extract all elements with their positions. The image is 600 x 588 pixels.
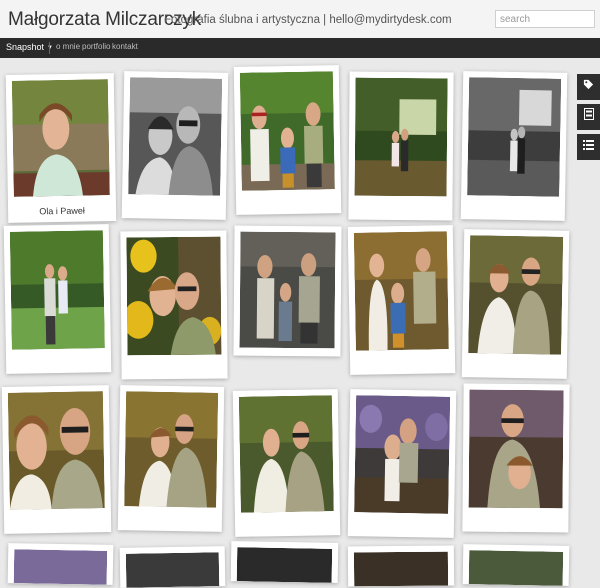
view-selector-label: Snapshot [6,42,45,52]
post-card[interactable] [348,71,454,221]
post-photo[interactable] [13,549,108,585]
post-photo[interactable] [9,230,105,350]
post-card[interactable] [230,541,339,583]
post-photo[interactable] [236,547,333,583]
post-card[interactable] [462,383,570,533]
archive-icon [583,108,594,120]
post-photo[interactable] [354,395,451,514]
post-photo[interactable] [468,389,564,509]
post-photo[interactable] [238,395,334,513]
post-photo[interactable] [468,235,564,355]
post-card[interactable] [347,389,457,538]
post-card[interactable] [347,545,455,587]
post-photo[interactable] [353,551,449,587]
post-photo[interactable] [125,552,220,588]
caret-down-icon: ▼ [47,45,53,51]
post-card[interactable] [232,389,341,537]
post-caption: Ola i Paweł [39,205,85,217]
list-button[interactable] [577,134,600,160]
post-card[interactable] [1,385,112,534]
post-card[interactable] [347,225,456,375]
post-photo[interactable] [126,236,222,356]
post-card[interactable] [460,71,568,221]
post-photo[interactable] [354,77,448,197]
post-card[interactable] [233,65,342,215]
archive-button[interactable] [577,104,600,130]
post-card[interactable] [121,71,229,220]
post-card[interactable] [7,543,114,585]
post-card[interactable] [233,225,342,357]
nav-divider [49,42,50,54]
list-icon [583,140,594,150]
post-photo[interactable] [128,77,223,196]
post-card[interactable] [119,546,226,588]
post-photo[interactable] [239,231,336,349]
nav-link-o-mnie[interactable]: o mnie [56,42,80,51]
post-card[interactable] [3,224,112,374]
post-photo[interactable] [467,77,562,197]
site-description: Fotografia ślubna i artystyczna | hello@… [164,14,452,26]
view-selector[interactable]: Snapshot ▼ [6,42,53,52]
post-photo[interactable] [124,391,219,508]
post-card[interactable] [120,230,228,380]
post-photo[interactable] [239,71,335,191]
post-photo[interactable] [353,231,449,351]
post-photo[interactable] [7,391,105,510]
post-card[interactable] [117,385,225,532]
search-input[interactable] [495,10,595,28]
post-card[interactable]: Ola i Paweł [5,73,117,223]
tag-icon [583,79,594,90]
post-photo[interactable] [468,550,564,586]
post-card[interactable] [461,229,570,379]
post-photo[interactable] [11,79,110,197]
post-card[interactable] [462,544,570,586]
site-header: Małgorzata Milczarczyk Fotografia ślubna… [0,0,600,38]
tag-button[interactable] [577,74,600,100]
nav-link-kontakt[interactable]: kontakt [112,42,138,51]
nav-link-portfolio[interactable]: portfolio [82,42,110,51]
navbar: Snapshot ▼ o mnie portfolio kontakt [0,38,600,58]
